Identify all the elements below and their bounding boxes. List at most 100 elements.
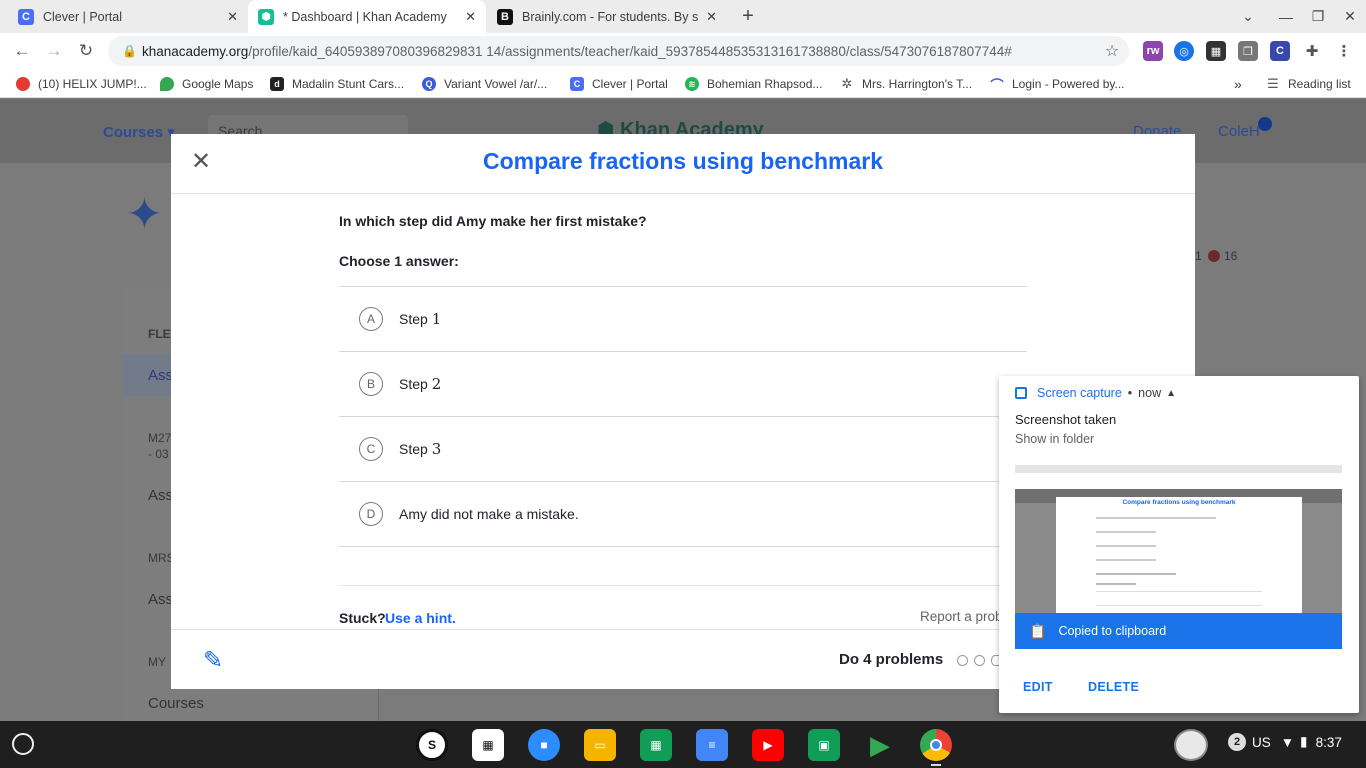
delete-button[interactable]: DELETE <box>1088 680 1139 694</box>
sheets-icon[interactable]: ▦ <box>640 729 672 761</box>
lock-icon: 🔒 <box>122 44 137 58</box>
new-tab-button[interactable]: + <box>732 0 764 33</box>
spotify-icon: ≋ <box>685 77 699 91</box>
close-tab-icon[interactable]: ✕ <box>465 9 476 25</box>
extension-rw-icon[interactable]: rw <box>1143 41 1163 61</box>
bookmark-variant-vowel[interactable]: Q Variant Vowel /ar/... <box>422 75 547 93</box>
question-text: In which step did Amy make her first mis… <box>339 213 647 229</box>
thumbnail-title: Compare fractions using benchmark <box>1122 499 1236 506</box>
app-qr-icon[interactable]: ▦ <box>472 729 504 761</box>
address-bar[interactable]: 🔒 khanacademy.org /profile/kaid_64059389… <box>108 36 1129 66</box>
play-store-icon[interactable]: ▶ <box>864 729 896 761</box>
hint-divider <box>339 585 1027 586</box>
choice-letter: D <box>359 502 383 526</box>
user-menu[interactable]: ColeH <box>1218 123 1260 140</box>
reading-list-icon: ☰ <box>1267 76 1279 91</box>
bookmark-login[interactable]: ⌒ Login - Powered by... <box>990 75 1125 93</box>
variant-icon: Q <box>422 77 436 91</box>
bookmark-madalin-stunt-cars[interactable]: d Madalin Stunt Cars... <box>270 75 404 93</box>
screenshot-thumbnail[interactable]: Compare fractions using benchmark <box>1015 465 1342 613</box>
reading-list-button[interactable]: ☰ Reading list <box>1266 75 1351 93</box>
modal-title: Compare fractions using benchmark <box>482 148 884 174</box>
bookmark-mrs-harrington[interactable]: ✲ Mrs. Harrington's T... <box>840 75 973 93</box>
menu-kebab-icon[interactable]: ⋮ <box>1334 41 1354 61</box>
screen-capture-icon <box>1015 387 1027 399</box>
tab-clever[interactable]: C Clever | Portal ✕ <box>8 0 248 33</box>
choice-d[interactable]: D Amy did not make a mistake. <box>339 481 1027 546</box>
restore-icon[interactable]: ❐ <box>1302 0 1334 33</box>
tab-brainly[interactable]: B Brainly.com - For students. By st ✕ <box>487 0 727 33</box>
app-s-icon[interactable]: S <box>416 729 448 761</box>
choice-c[interactable]: C Step 3 <box>339 416 1027 481</box>
badge-icon <box>1208 250 1220 262</box>
choice-letter: A <box>359 307 383 331</box>
scratchpad-icon[interactable]: ✎ <box>203 646 223 675</box>
url-path: /profile/kaid_640593897080396829831 14/a… <box>248 43 1012 59</box>
bookmarks-overflow-icon[interactable]: » <box>1234 75 1242 93</box>
extension-shield-icon[interactable]: ◎ <box>1174 41 1194 61</box>
choices-divider <box>339 546 1027 547</box>
chevron-up-icon: ▲ <box>1166 387 1177 399</box>
show-in-folder[interactable]: Show in folder <box>1015 432 1094 446</box>
left-heading: - 03 <box>148 447 169 461</box>
left-item[interactable]: Courses <box>148 695 204 712</box>
youtube-icon[interactable]: ▶ <box>752 729 784 761</box>
status-tray[interactable]: 2 US ▼ ▮ 8:37 <box>1228 733 1342 751</box>
reading-list-label: Reading list <box>1288 77 1351 91</box>
edit-button[interactable]: EDIT <box>1023 680 1053 694</box>
stat-b: 16 <box>1224 249 1238 263</box>
tab-title: Brainly.com - For students. By st <box>522 9 699 24</box>
forward-icon[interactable]: → <box>40 37 68 65</box>
choose-instruction: Choose 1 answer: <box>339 253 459 269</box>
active-indicator <box>931 764 941 766</box>
copied-banner: 📋 Copied to clipboard <box>1015 613 1342 649</box>
wifi-icon: ▼ <box>1280 734 1295 750</box>
bookmark-bohemian-rhapsody[interactable]: ≋ Bohemian Rhapsod... <box>685 75 822 93</box>
browser-toolbar: ← → ↻ 🔒 khanacademy.org /profile/kaid_64… <box>0 33 1366 70</box>
notification-time: now <box>1138 386 1162 400</box>
bookmark-label: Clever | Portal <box>592 77 668 91</box>
capture-tray-icon[interactable] <box>1174 729 1208 761</box>
extensions-puzzle-icon[interactable]: ✚ <box>1302 41 1322 61</box>
extension-qr-icon[interactable]: ▦ <box>1206 41 1226 61</box>
choice-letter: B <box>359 372 383 396</box>
close-tab-icon[interactable]: ✕ <box>706 9 717 25</box>
bookmark-label: Login - Powered by... <box>1012 77 1125 91</box>
close-window-icon[interactable]: ✕ <box>1334 0 1366 33</box>
tab-khan-academy[interactable]: ⬢ * Dashboard | Khan Academy ✕ <box>248 0 486 33</box>
bookmark-helix-jump[interactable]: (10) HELIX JUMP!... <box>16 75 147 93</box>
bookmark-clever-portal[interactable]: C Clever | Portal <box>570 75 668 93</box>
classroom-icon[interactable]: ▣ <box>808 729 840 761</box>
khan-favicon-icon: ⬢ <box>258 8 274 25</box>
tab-search-icon[interactable]: ⌄ <box>1232 0 1264 33</box>
modal-header: ✕ Compare fractions using benchmark <box>171 134 1195 194</box>
bookmarks-bar: (10) HELIX JUMP!... Google Maps d Madali… <box>0 70 1366 98</box>
use-hint-link[interactable]: Use a hint. <box>385 610 456 626</box>
progress-dot <box>957 655 968 666</box>
launcher-icon[interactable] <box>12 733 34 755</box>
choice-label: Step 2 <box>399 375 442 393</box>
choice-label: Amy did not make a mistake. <box>399 506 579 522</box>
extension-clever-icon[interactable]: C <box>1270 41 1290 61</box>
minimize-icon[interactable]: — <box>1270 0 1302 33</box>
report-problem-link[interactable]: Report a prob <box>920 609 1003 624</box>
bookmark-google-maps[interactable]: Google Maps <box>160 75 253 93</box>
chrome-icon[interactable] <box>920 729 952 761</box>
docs-icon[interactable]: ≡ <box>696 729 728 761</box>
notification-source: Screen capture • now ▲ <box>1015 386 1176 400</box>
bookmark-star-icon[interactable]: ☆ <box>1098 37 1126 65</box>
courses-menu[interactable]: Courses ▾ <box>103 123 175 141</box>
choice-b[interactable]: B Step 2 <box>339 351 1027 416</box>
bookmark-label: Google Maps <box>182 77 254 91</box>
slides-icon[interactable]: ▭ <box>584 729 616 761</box>
choice-a[interactable]: A Step 1 <box>339 286 1027 351</box>
notification-title: Screenshot taken <box>1015 412 1117 427</box>
reload-icon[interactable]: ↻ <box>72 37 100 65</box>
extension-copy-icon[interactable]: ❐ <box>1238 41 1258 61</box>
stat-a: 1 <box>1195 249 1202 263</box>
os-shelf: S ▦ ■ ▭ ▦ ≡ ▶ ▣ ▶ 2 US ▼ ▮ 8:37 <box>0 721 1366 768</box>
choice-letter: C <box>359 437 383 461</box>
zoom-icon[interactable]: ■ <box>528 729 560 761</box>
close-tab-icon[interactable]: ✕ <box>227 9 238 25</box>
back-icon[interactable]: ← <box>8 37 36 65</box>
